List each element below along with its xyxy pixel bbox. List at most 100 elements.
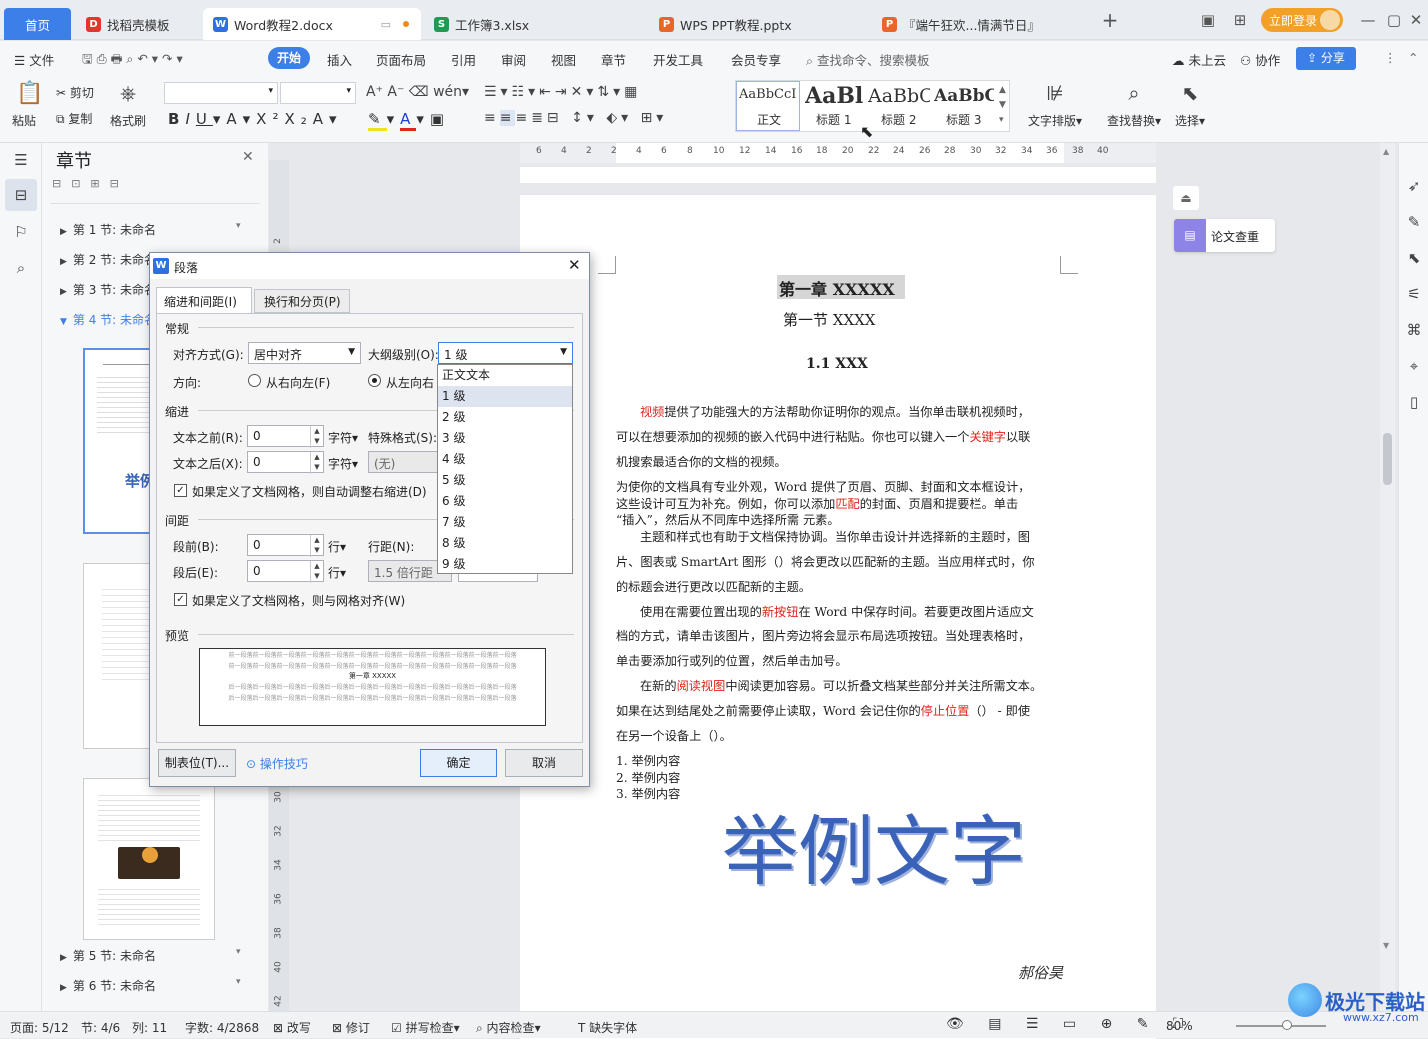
file-menu[interactable]: ☰ 文件 [14,50,54,69]
find-icon[interactable]: ⌕ [1123,81,1145,105]
cursor-icon[interactable]: ⬉ [1403,249,1425,267]
translate-icon[interactable]: ⌘ [1403,321,1425,339]
tab-word-doc[interactable]: W Word教程2.docx ▭ [203,8,421,40]
outline-option-selected[interactable]: 1 级 [438,386,572,407]
spell-check-button[interactable]: ☑ 拼写检查▾ [391,1019,460,1036]
font-style-buttons[interactable]: BIU▾A▾X²X₂A▾ [168,110,343,128]
menu-developer[interactable]: 开发工具 [653,50,703,69]
view-mode-icons[interactable]: 👁 ▤ ☰ ▭ ⊕ ✎ ⛶ [946,1016,1193,1032]
body-line[interactable]: 主题和样式也有助于文档保持协调。当你单击设计并选择新的主题时，图 [616,527,1064,545]
outline-option[interactable]: 7 级 [438,512,572,533]
panel-tools-icons[interactable]: ⊟⊡⊞⊟ [52,177,129,190]
style-h1-sample[interactable]: AaBl [805,83,863,109]
zoom-slider-thumb[interactable] [1282,1020,1292,1030]
section-indicator[interactable]: 节: 4/6 [81,1019,120,1036]
outline-option[interactable]: 9 级 [438,554,572,575]
ltr-radio[interactable] [368,374,381,387]
special-select[interactable]: (无) [368,451,438,473]
section-item[interactable]: ▶ 第 2 节: 未命名 [60,251,156,268]
spinner-icon[interactable]: ▲ ▼ [310,561,323,583]
font-size-tools[interactable]: A⁺ A⁻ ⌫ wén▾ [366,84,469,100]
section-item[interactable]: ▶ 第 1 节: 未命名 ▾ [60,221,241,238]
share-button[interactable]: ⇪ 分享 [1296,47,1356,70]
tab-home[interactable]: 首页 [4,8,71,40]
menu-layout[interactable]: 页面布局 [376,50,426,69]
outline-option[interactable]: 正文文本 [438,365,572,386]
overwrite-toggle[interactable]: ⊠ 改写 [273,1019,311,1036]
paper-check-button[interactable]: ▤ 论文查重 [1174,219,1275,252]
section-item[interactable]: ▶ 第 3 节: 未命名 [60,281,156,298]
search-icon[interactable]: ⌕ [10,259,32,277]
spinner-icon[interactable]: ▲ ▼ [310,535,323,557]
vertical-scrollbar[interactable]: ▲ ▼ [1380,143,1395,1011]
section-item-active[interactable]: ▼ 第 4 节: 未命名 [60,311,156,328]
cancel-button[interactable]: 取消 [505,749,583,777]
paste-icon[interactable]: 📋 [16,81,43,106]
chapter-heading[interactable]: 第一章 XXXXX [779,276,895,300]
scroll-thumb[interactable] [1383,433,1392,485]
body-line[interactable]: 使用在需要位置出现的新按钮在 Word 中保存时间。若要更改图片适应文 [616,602,1064,620]
tab-promo[interactable]: P 『端午狂欢...情满节日』 [872,8,1090,40]
menu-review[interactable]: 审阅 [501,50,526,69]
zoom-level[interactable]: 80% [1166,1019,1193,1033]
menu-references[interactable]: 引用 [451,50,476,69]
page-indicator[interactable]: 页面: 5/12 [10,1019,69,1036]
ok-button[interactable]: 确定 [420,749,497,777]
tab-screen-icon[interactable]: ▭ [381,18,391,31]
align-buttons[interactable]: ≡≡≡≣⊟ ↕▾ ⬖▾ ⊞▾ [484,110,667,126]
body-line[interactable]: “插入”，然后从不同库中选择所需 元素。 [616,510,1064,528]
rocket-icon[interactable]: ➶ [1403,177,1425,195]
spinner-icon[interactable]: ▲ ▼ [310,452,323,474]
pen-icon[interactable]: ✎ [1403,213,1425,231]
section-item[interactable]: ▶ 第 5 节: 未命名 ▾ [60,947,241,964]
close-icon[interactable]: ✕ [568,256,581,274]
maximize-icon[interactable]: ▢ [1384,10,1404,30]
apps-grid-icon[interactable]: ⊞ [1230,10,1250,30]
auto-adjust-checkbox[interactable]: ✓ [174,484,187,497]
tips-link[interactable]: ⊙ 操作技巧 [246,755,308,772]
body-line[interactable]: 档的方式，请单击该图片，图片旁边将会显示布局选项按钮。当处理表格时， [616,626,1064,644]
style-h3-sample[interactable]: AaBbC [934,86,994,106]
collab-button[interactable]: ⚇ 协作 [1240,50,1280,69]
unit-dropdown[interactable]: 行▾ [328,564,346,581]
space-after-input[interactable]: 0 ▲ ▼ [247,560,324,583]
outline-option[interactable]: 6 级 [438,491,572,512]
rtl-radio[interactable] [248,374,261,387]
outline-option[interactable]: 8 级 [438,533,572,554]
page-thumbnail[interactable] [83,778,215,940]
menu-insert[interactable]: 插入 [327,50,352,69]
tabs-button[interactable]: 制表位(T)... [158,749,236,777]
paste-button[interactable]: 粘贴 [12,112,36,129]
new-tab-icon[interactable]: + [1100,10,1120,30]
word-art-text[interactable]: 举例文字 [722,790,1026,900]
book-icon[interactable]: ▯ [1403,393,1425,411]
missing-font-button[interactable]: T 缺失字体 [578,1019,637,1036]
body-line[interactable]: 在新的阅读视图中阅读更加容易。可以折叠文档某些部分并关注所需文本。 [616,676,1064,694]
body-line[interactable]: 的标题会进行更改以匹配新的主题。 [616,577,1064,595]
font-size-combo[interactable]: ▾ [280,82,356,104]
find-replace-button[interactable]: 查找替换▾ [1107,112,1161,129]
list-item[interactable]: 1. 举例内容 [616,751,1064,769]
text-layout-icon[interactable]: ⊯ [1044,81,1066,105]
outline-select[interactable]: 1 级 ▼ [438,342,573,364]
body-line[interactable]: 视频提供了功能强大的方法帮助你证明你的观点。当你单击联机视频时， [616,402,1064,420]
menu-chapter[interactable]: 章节 [601,50,626,69]
tab-xlsx[interactable]: S 工作簿3.xlsx [424,8,646,40]
window-layout-icon[interactable]: ▣ [1198,10,1218,30]
body-line[interactable]: 片、图表或 SmartArt 图形（）将会更改以匹配新的主题。当应用样式时，你 [616,552,1064,570]
cloud-status[interactable]: ☁ 未上云 [1172,50,1226,69]
map-pin-icon[interactable]: ⌖ [1403,357,1425,375]
select-cursor-icon[interactable]: ⬉ [1179,81,1201,105]
scroll-up-icon[interactable]: ▲ [1383,147,1389,156]
outline-option[interactable]: 4 级 [438,449,572,470]
format-painter-icon[interactable]: ⎈ [117,81,139,105]
outline-option[interactable]: 2 级 [438,407,572,428]
bookmark-icon[interactable]: ⚐ [10,223,32,241]
word-count[interactable]: 字数: 4/2868 [185,1019,259,1036]
tab-pptx[interactable]: P WPS PPT教程.pptx [649,8,869,40]
spinner-icon[interactable]: ▲ ▼ [310,426,323,448]
select-button[interactable]: 选择▾ [1175,112,1205,129]
unit-dropdown[interactable]: 字符▾ [328,455,358,472]
zoom-slider[interactable] [1236,1025,1326,1027]
font-name-combo[interactable]: ▾ [164,82,278,104]
